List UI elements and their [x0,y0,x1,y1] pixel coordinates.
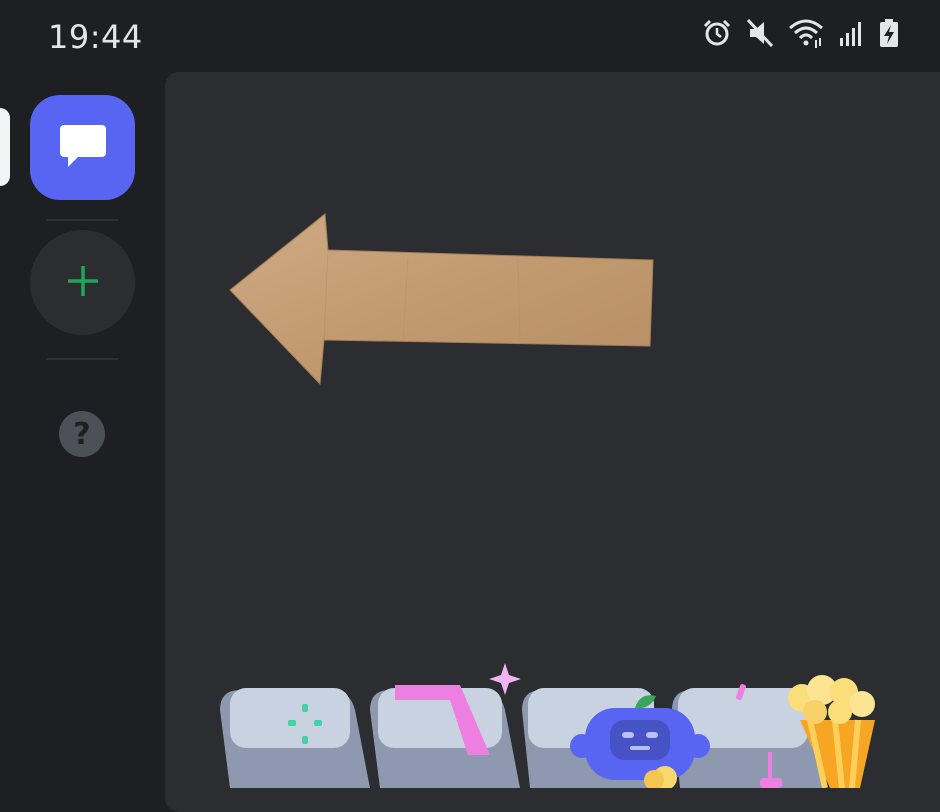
battery-charging-icon [878,18,900,48]
status-bar: 19:44 [0,0,940,72]
add-server-button[interactable] [30,230,135,335]
server-rail: ? [0,72,165,788]
chat-bubble-icon [58,123,108,173]
status-icons [702,18,900,48]
signal-icon [838,18,864,48]
status-time: 19:44 [48,18,143,56]
selected-indicator [0,108,10,186]
mute-icon [746,18,774,48]
rail-divider [46,358,118,360]
paper-arrow-illustration [228,212,658,391]
direct-messages-button[interactable] [30,95,135,200]
wifi-icon [788,18,824,48]
alarm-icon [702,18,732,48]
plus-icon [65,263,101,303]
question-icon: ? [73,416,91,452]
rail-divider [46,219,118,221]
theater-seats-illustration [210,660,890,790]
help-button[interactable]: ? [59,411,105,457]
